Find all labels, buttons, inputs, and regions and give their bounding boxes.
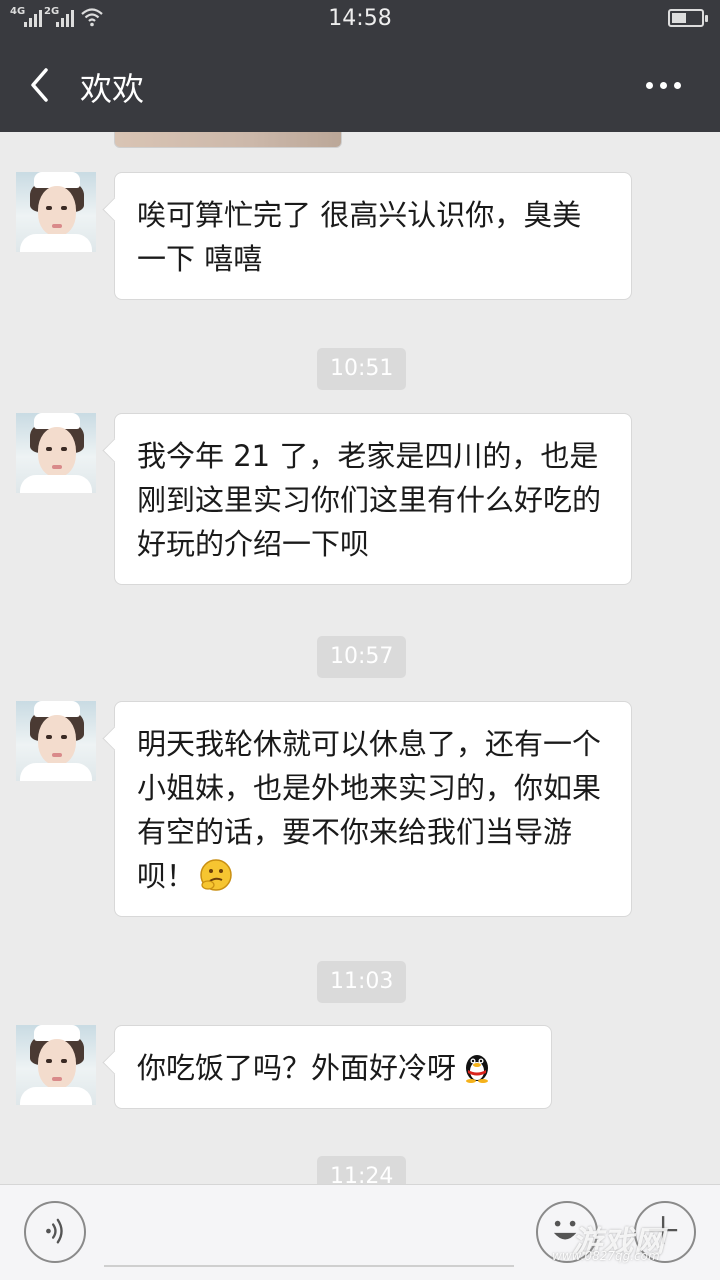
- top-bar: 4G 2G 14:58 欢欢: [0, 0, 720, 132]
- timestamp: 11:24: [317, 1156, 407, 1184]
- message-bubble[interactable]: 明天我轮休就可以休息了，还有一个小姐妹，也是外地来实习的，你如果有空的话，要不你…: [114, 701, 632, 917]
- timestamp: 10:51: [317, 348, 407, 390]
- input-bar: 游戏网 www.0827qg.com: [0, 1184, 720, 1280]
- thinking-emoji-icon: [200, 859, 232, 891]
- nav-bar: 欢欢: [0, 38, 720, 132]
- qq-penguin-emoji-icon: [466, 1055, 489, 1083]
- timestamp: 10:57: [317, 636, 407, 678]
- message-bubble[interactable]: 唉可算忙完了 很高兴认识你，臭美一下 嘻嘻: [114, 172, 632, 300]
- avatar[interactable]: [16, 413, 96, 493]
- avatar[interactable]: [16, 701, 96, 781]
- chat-area[interactable]: 唉可算忙完了 很高兴认识你，臭美一下 嘻嘻 10:51 我今年 21 了，老家是…: [0, 132, 720, 1184]
- message-bubble[interactable]: 我今年 21 了，老家是四川的，也是刚到这里实习你们这里有什么好吃的好玩的介绍一…: [114, 413, 632, 585]
- chevron-left-icon[interactable]: [22, 62, 58, 108]
- message-text: 唉可算忙完了 很高兴认识你，臭美一下 嘻嘻: [137, 198, 582, 276]
- message-bubble[interactable]: 你吃饭了吗？外面好冷呀: [114, 1025, 552, 1109]
- chat-title: 欢欢: [80, 70, 145, 108]
- message-input[interactable]: [104, 1265, 514, 1267]
- watermark-url: www.0827qg.com: [552, 1249, 660, 1263]
- message-text: 你吃饭了吗？外面好冷呀: [137, 1051, 457, 1085]
- status-bar: 4G 2G 14:58: [0, 0, 720, 38]
- battery-icon: [668, 9, 708, 27]
- status-time: 14:58: [328, 6, 392, 31]
- avatar[interactable]: [16, 172, 96, 252]
- timestamp: 11:03: [317, 961, 407, 1003]
- message-text: 我今年 21 了，老家是四川的，也是刚到这里实习你们这里有什么好吃的好玩的介绍一…: [137, 439, 602, 561]
- avatar[interactable]: [16, 1025, 96, 1105]
- previous-image-message[interactable]: [114, 132, 342, 148]
- more-dots-icon[interactable]: [636, 62, 690, 108]
- voice-icon[interactable]: [24, 1201, 86, 1263]
